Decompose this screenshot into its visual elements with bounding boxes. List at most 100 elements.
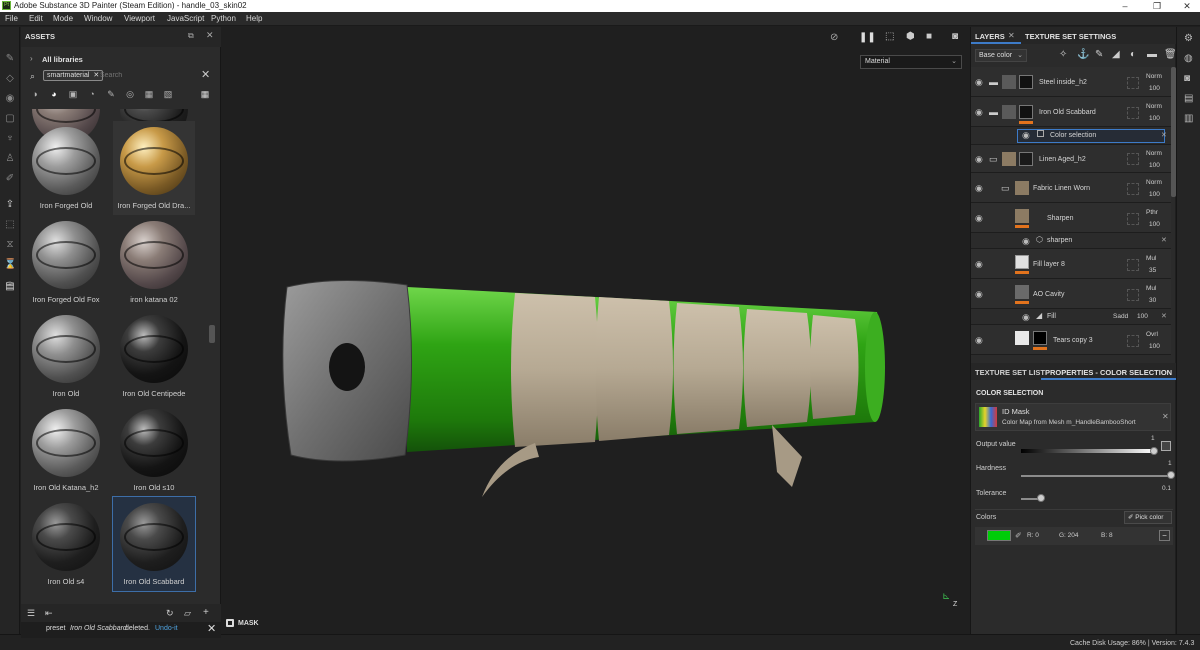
filter-alpha-icon[interactable]: ◎	[124, 88, 136, 100]
selection-tool-icon[interactable]: ⬚	[885, 31, 894, 42]
document-icon[interactable]: ▤	[4, 281, 16, 293]
filter-smartmaterial-icon[interactable]: ◕	[48, 88, 60, 100]
menu-viewport[interactable]: Viewport	[124, 14, 155, 23]
history-icon[interactable]: ▤	[1184, 93, 1193, 104]
layer-blend-mode[interactable]: Pthr	[1146, 209, 1158, 216]
layer-opacity[interactable]: 100	[1149, 162, 1160, 169]
iray-icon[interactable]: ⧖	[4, 239, 16, 251]
layer-row[interactable]: ◉ ▭ Fabric Linen Worn Norm 100	[971, 173, 1171, 203]
tab-texture-set-settings[interactable]: TEXTURE SET SETTINGS	[1025, 32, 1116, 41]
layer-row[interactable]: ◉ ▭ Linen Aged_h2 Norm 100	[971, 145, 1171, 173]
remove-effect-icon[interactable]: ✕	[1161, 312, 1167, 320]
layer-options-box[interactable]	[1127, 107, 1139, 119]
clone-icon[interactable]: ♙	[4, 153, 16, 165]
export-icon[interactable]: ⇪	[4, 199, 16, 211]
filter-chip[interactable]: smartmaterial ✕	[43, 70, 104, 81]
tolerance-knob[interactable]	[1037, 494, 1045, 502]
display-settings-icon[interactable]: ⚙	[1184, 33, 1193, 44]
paint-brush-icon[interactable]: ✎	[4, 53, 16, 65]
library-label[interactable]: All libraries	[42, 55, 83, 64]
close-panel-icon[interactable]: ✕	[206, 30, 214, 41]
asset-item[interactable]: Iron Old Katana_h2	[25, 403, 107, 497]
filter-texture-icon[interactable]: ▦	[143, 88, 155, 100]
visibility-eye-icon[interactable]: ◉	[975, 183, 983, 194]
visibility-eye-icon[interactable]: ◉	[975, 77, 983, 88]
filter-material-icon[interactable]: ◔	[86, 88, 98, 100]
id-mask-card[interactable]: ID Mask Color Map from Mesh m_HandleBamb…	[975, 403, 1171, 431]
layer-options-box[interactable]	[1127, 289, 1139, 301]
add-mask-icon[interactable]: ◐	[1130, 49, 1136, 60]
delete-layer-icon[interactable]: 🗑	[1164, 49, 1177, 60]
camera-settings-icon[interactable]: ◙	[1184, 73, 1190, 84]
layer-opacity[interactable]: 100	[1149, 221, 1160, 228]
layer-opacity[interactable]: 30	[1149, 297, 1156, 304]
remove-color-icon[interactable]: −	[1159, 530, 1170, 541]
asset-item[interactable]: Iron Forged Old Dra...	[113, 121, 195, 215]
import-icon[interactable]: ⇤	[45, 608, 53, 619]
new-folder-icon[interactable]: ▱	[184, 608, 191, 619]
layer-blend-mode[interactable]: Norm	[1146, 73, 1162, 80]
effect-row[interactable]: ◉ ◢ Fill Sadd 100 ✕	[971, 309, 1171, 325]
asset-item[interactable]: Iron Forged Old Fox	[25, 215, 107, 309]
visibility-eye-icon[interactable]: ◉	[975, 107, 983, 118]
remove-effect-icon[interactable]: ✕	[1161, 236, 1167, 244]
eraser-icon[interactable]: ◇	[4, 73, 16, 85]
layer-blend-mode[interactable]: Ovrl	[1146, 331, 1158, 338]
layer-blend-mode[interactable]: Norm	[1146, 150, 1162, 157]
grid-view-icon[interactable]: ▦	[199, 88, 211, 100]
asset-item[interactable]: Iron Old Centipede	[113, 309, 195, 403]
asset-item[interactable]: Iron Old	[25, 309, 107, 403]
geometry-mask-icon[interactable]: ▢	[4, 113, 16, 125]
dismiss-icon[interactable]: ✕	[207, 622, 216, 635]
layer-options-box[interactable]	[1127, 259, 1139, 271]
layer-options-box[interactable]	[1127, 77, 1139, 89]
add-folder-icon[interactable]: ▬	[1147, 49, 1157, 60]
refresh-icon[interactable]: ↻	[166, 608, 174, 619]
effect-row[interactable]: ◉ ⬡ sharpen ✕	[971, 233, 1171, 249]
layer-opacity[interactable]: 100	[1149, 85, 1160, 92]
visibility-eye-icon[interactable]: ◉	[1022, 236, 1030, 247]
list-settings-icon[interactable]: ☰	[27, 608, 35, 619]
close-window-icon[interactable]: ✕	[1172, 0, 1200, 12]
menu-mode[interactable]: Mode	[53, 14, 73, 23]
effect-row-selected[interactable]: ◉ Color selection ✕	[971, 127, 1171, 145]
close-tab-icon[interactable]: ✕	[1008, 31, 1015, 40]
layer-opacity[interactable]: 100	[1149, 115, 1160, 122]
log-icon[interactable]: ▥	[1184, 113, 1193, 124]
output-value-knob[interactable]	[1150, 447, 1158, 455]
search-input[interactable]	[100, 70, 190, 81]
add-fill-layer-icon[interactable]: ◢	[1112, 49, 1120, 60]
layer-opacity[interactable]: 35	[1149, 267, 1156, 274]
asset-item[interactable]: iron katana 02	[113, 215, 195, 309]
layer-opacity[interactable]: 100	[1149, 343, 1160, 350]
visibility-eye-icon[interactable]: ◉	[975, 259, 983, 270]
chevron-right-icon[interactable]: ›	[30, 54, 33, 63]
asset-item[interactable]: Iron Old s10	[113, 403, 195, 497]
output-value-gradient[interactable]	[1021, 449, 1154, 453]
color-row[interactable]: ✐ R: 0 G: 204 B: 8 −	[975, 527, 1173, 545]
layer-blend-mode[interactable]: Mul	[1146, 285, 1156, 292]
add-icon[interactable]: +	[203, 607, 209, 618]
visibility-eye-icon[interactable]: ◉	[1022, 130, 1030, 141]
menu-edit[interactable]: Edit	[29, 14, 43, 23]
channel-select[interactable]: Base color ⌄	[975, 49, 1027, 62]
visibility-eye-icon[interactable]: ◉	[975, 154, 983, 165]
checkbox[interactable]	[1037, 130, 1044, 137]
remove-resource-icon[interactable]: ✕	[1162, 412, 1169, 421]
shader-settings-icon[interactable]: ◍	[1184, 53, 1193, 64]
undo-link[interactable]: Undo-it	[155, 625, 178, 632]
visibility-eye-icon[interactable]: ◉	[975, 213, 983, 224]
pick-color-button[interactable]: ✐ Pick color	[1124, 511, 1172, 524]
projection-icon[interactable]: ◉	[4, 93, 16, 105]
add-paint-layer-icon[interactable]: ✎	[1095, 49, 1103, 60]
tab-layers[interactable]: LAYERS	[975, 32, 1005, 41]
layer-blend-mode[interactable]: Norm	[1146, 179, 1162, 186]
layer-blend-mode[interactable]: Mul	[1146, 255, 1156, 262]
clear-search-icon[interactable]: ✕	[201, 68, 210, 81]
screenshot-icon[interactable]: ◙	[952, 31, 958, 42]
maximize-icon[interactable]: ❐	[1142, 0, 1172, 12]
chip-close-icon[interactable]: ✕	[93, 72, 99, 79]
menu-python[interactable]: Python	[211, 14, 236, 23]
layer-options-box[interactable]	[1127, 213, 1139, 225]
camera-icon[interactable]: ■	[926, 31, 932, 42]
